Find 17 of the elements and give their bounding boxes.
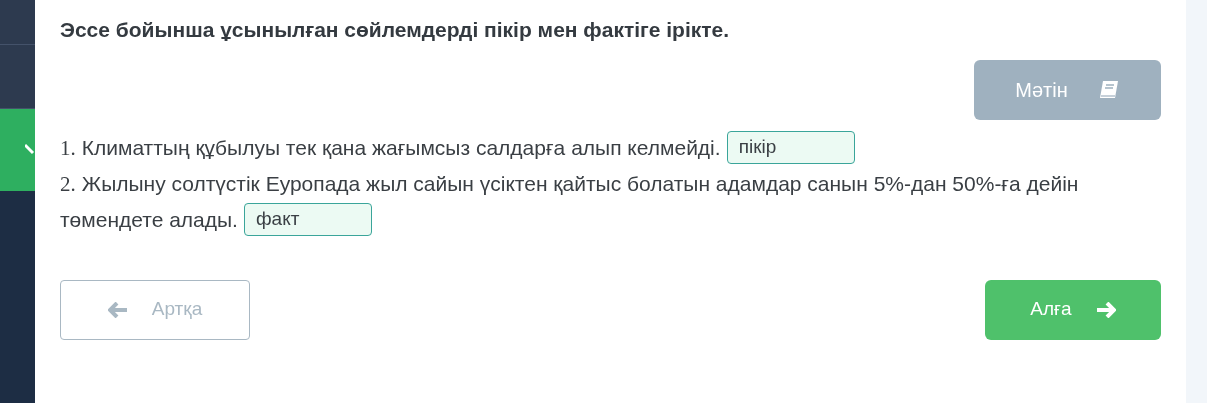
sentence-text: Жылыну солтүстік Еуропада жыл сайын үсіктен қайтыс болатын адамдар санын 5%-дан 50%-ға дейін bbox=[81, 170, 1079, 197]
arrow-right-icon bbox=[1095, 301, 1116, 318]
sidebar-item[interactable] bbox=[0, 109, 35, 191]
answer-field[interactable]: факт bbox=[243, 203, 372, 236]
chevron-icon bbox=[25, 143, 35, 157]
instruction-text: Эссе бойынша ұсынылған сөйлемдерді пікір мен фактіге ірікте. bbox=[60, 17, 731, 43]
answer-field[interactable]: пікір bbox=[726, 131, 855, 164]
sidebar-item[interactable] bbox=[0, 0, 35, 45]
sidebar-item[interactable] bbox=[0, 45, 35, 109]
sentence-text: төмендете алады. bbox=[60, 206, 238, 233]
book-icon bbox=[1097, 78, 1120, 101]
next-button[interactable]: Алға bbox=[985, 279, 1161, 340]
sentence-number: 1. bbox=[60, 134, 76, 162]
arrow-left-icon bbox=[107, 301, 128, 318]
sentence-number: 2. bbox=[60, 170, 76, 198]
text-button[interactable]: Мәтін bbox=[974, 59, 1161, 120]
sentence-text: Климаттың құбылуы тек қана жағымсыз салдарға алып келмейді. bbox=[81, 134, 721, 161]
